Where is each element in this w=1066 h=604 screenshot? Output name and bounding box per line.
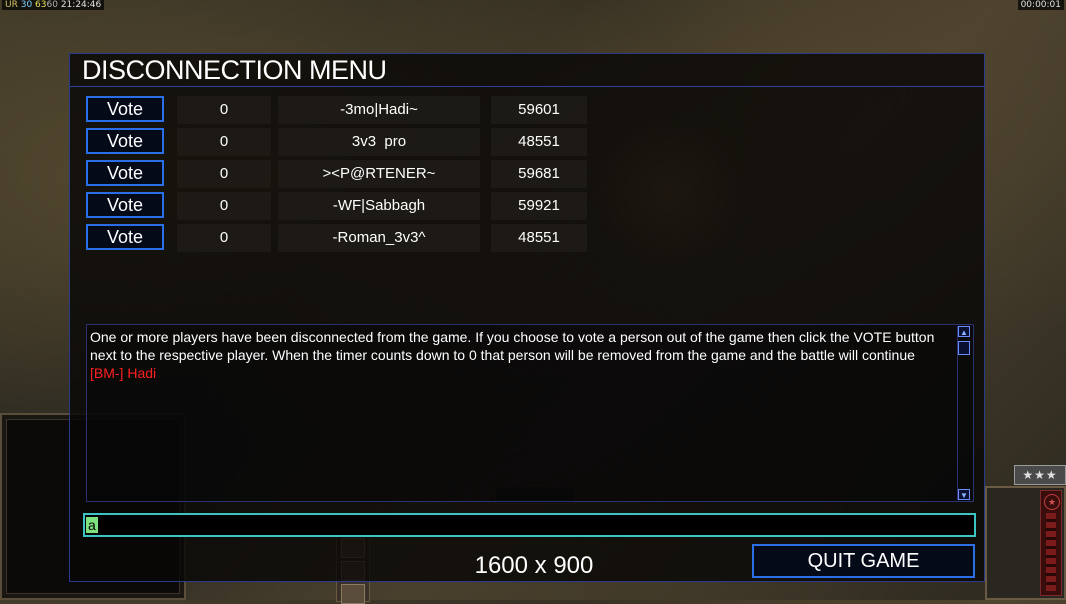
scroll-down-icon[interactable]: ▼ [958,489,970,500]
scroll-thumb[interactable] [958,341,970,355]
disconnect-message: One or more players have been disconnect… [90,329,935,363]
vote-button[interactable]: Vote [86,160,164,186]
vote-button[interactable]: Vote [86,192,164,218]
quit-game-button[interactable]: QUIT GAME [752,544,975,578]
star-icon: ★ [1044,494,1060,510]
title-divider [70,86,984,87]
player-name: 3v3 pro [278,128,480,156]
message-text-area: One or more players have been disconnect… [90,328,958,382]
vote-button[interactable]: Vote [86,224,164,250]
player-id: 59921 [491,192,587,220]
chat-message: [BM-] Hadi [90,365,157,381]
power-bars [1046,513,1056,591]
chat-input[interactable] [83,513,976,537]
hud-label: UR [5,0,18,10]
player-name: -3mo|Hadi~ [278,96,480,124]
resolution-label: 1600 x 900 [474,552,594,579]
hud-ping: 63 [35,0,47,10]
message-scrollbar[interactable]: ▲ ▼ [957,326,972,500]
disconnection-dialog: DISCONNECTION MENU Vote 0 -3mo|Hadi~ 596… [69,53,985,582]
hud-clock: 21:24:46 [60,0,102,10]
hud-ping-secondary: 60 [46,0,58,10]
player-id: 48551 [491,128,587,156]
vote-count: 0 [177,192,271,220]
game-timer: 00:00:01 [1017,0,1064,10]
player-name: -Roman_3v3^ [278,224,480,252]
player-name: ><P@RTENER~ [278,160,480,188]
vote-count: 0 [177,128,271,156]
player-name: -WF|Sabbagh [278,192,480,220]
scroll-up-icon[interactable]: ▲ [958,326,970,337]
message-log[interactable]: One or more players have been disconnect… [86,324,974,502]
player-id: 59681 [491,160,587,188]
rank-stars: ★★★ [1014,465,1066,485]
dialog-title: DISCONNECTION MENU [82,55,387,85]
vote-count: 0 [177,96,271,124]
hud-stats: UR 30 6360 21:24:46 [2,0,105,10]
vote-button[interactable]: Vote [86,96,164,122]
vote-count: 0 [177,224,271,252]
vote-count: 0 [177,160,271,188]
command-slot [341,584,365,604]
hud-fps: 30 [20,0,33,10]
player-id: 59601 [491,96,587,124]
player-id: 48551 [491,224,587,252]
power-meter: ★ [1040,490,1062,596]
vote-button[interactable]: Vote [86,128,164,154]
